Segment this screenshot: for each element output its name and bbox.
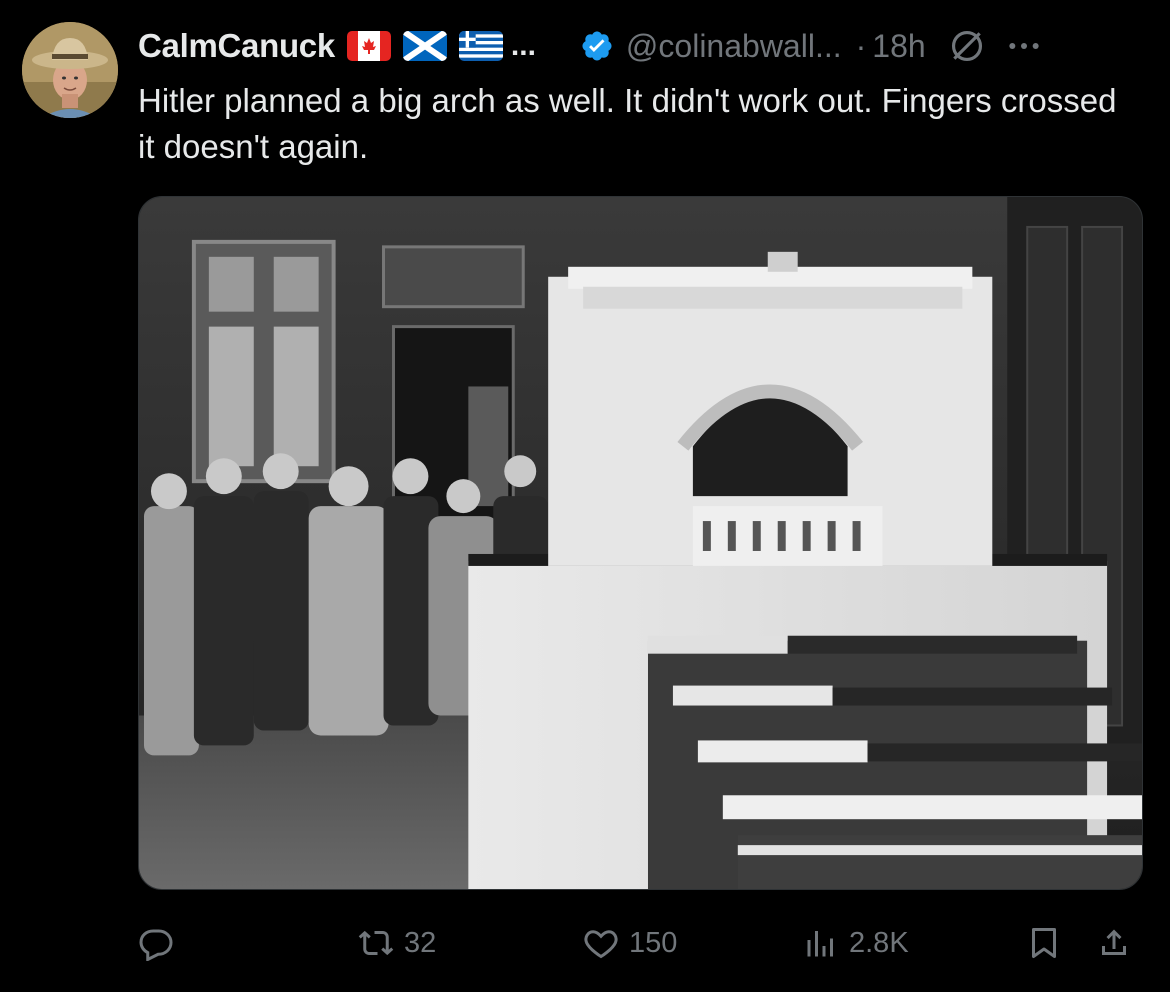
retweet-button[interactable]: 32 xyxy=(358,918,436,968)
scotland-flag-icon xyxy=(402,31,447,61)
action-bar: 32 150 2.8K xyxy=(138,918,1143,968)
author-handle[interactable]: @colinabwall... xyxy=(626,28,842,65)
retweet-icon xyxy=(358,925,394,961)
display-name[interactable]: CalmCanuck xyxy=(138,27,335,65)
name-overflow: ... xyxy=(510,29,536,62)
like-button[interactable]: 150 xyxy=(583,918,677,968)
post-time[interactable]: 18h xyxy=(872,28,925,65)
reply-icon xyxy=(138,925,174,961)
verified-badge-icon[interactable] xyxy=(580,29,614,63)
flag-emojis xyxy=(346,31,503,61)
grok-icon[interactable] xyxy=(948,27,986,65)
tweet-header: CalmCanuck ... @colinabwall... · 18h xyxy=(138,24,1150,68)
canada-flag-icon xyxy=(346,31,391,61)
views-chart-icon xyxy=(803,925,839,961)
bookmark-icon xyxy=(1026,925,1062,961)
bookmark-button[interactable] xyxy=(1026,918,1062,968)
share-icon xyxy=(1096,925,1132,961)
views-count: 2.8K xyxy=(849,926,909,959)
tweet-text: Hitler planned a big arch as well. It di… xyxy=(138,82,1117,165)
arch-model-photo-icon xyxy=(139,197,1142,889)
heart-icon xyxy=(583,925,619,961)
avatar[interactable] xyxy=(22,22,118,118)
more-options-icon[interactable] xyxy=(1004,26,1044,66)
views-button[interactable]: 2.8K xyxy=(803,918,909,968)
share-button[interactable] xyxy=(1096,918,1132,968)
greece-flag-icon xyxy=(458,31,503,61)
tweet-photo[interactable] xyxy=(138,196,1143,890)
separator-dot: · xyxy=(855,27,867,64)
like-count: 150 xyxy=(629,926,678,959)
retweet-count: 32 xyxy=(404,926,437,959)
reply-button[interactable] xyxy=(138,918,184,968)
